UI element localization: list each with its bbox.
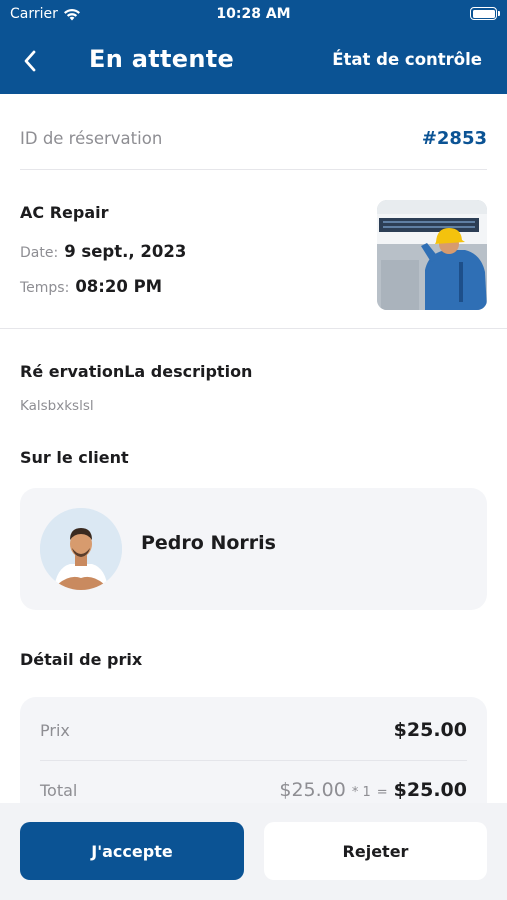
- control-status-link[interactable]: État de contrôle: [332, 50, 482, 69]
- total-row: Total $25.00 * 1 = $25.00: [40, 779, 467, 801]
- back-button[interactable]: [20, 48, 42, 74]
- accept-button[interactable]: J'accepte: [20, 822, 244, 880]
- time-label: Temps:: [20, 280, 70, 296]
- total-unit-price: $25.00: [279, 779, 346, 801]
- description-title: Ré ervationLa description: [20, 362, 253, 381]
- booking-id-label: ID de réservation: [20, 128, 163, 148]
- service-image: [377, 200, 487, 310]
- divider: [20, 169, 487, 170]
- service-time: Temps: 08:20 PM: [20, 277, 162, 296]
- status-time: 10:28 AM: [216, 6, 291, 22]
- chevron-left-icon: [24, 50, 36, 72]
- page-title: En attente: [89, 45, 235, 73]
- price-value: $25.00: [393, 719, 467, 741]
- total-equals: =: [376, 785, 388, 800]
- action-bar: J'accepte Rejeter: [0, 803, 507, 900]
- description-text: Kalsbxkslsl: [20, 398, 94, 414]
- client-section-title: Sur le client: [20, 448, 129, 467]
- service-date: Date: 9 sept., 2023: [20, 242, 186, 261]
- avatar: [40, 508, 122, 590]
- total-quantity: * 1: [351, 785, 371, 800]
- reject-button[interactable]: Rejeter: [264, 822, 487, 880]
- price-section-title: Détail de prix: [20, 650, 143, 669]
- battery-icon: [470, 7, 500, 20]
- price-row: Prix $25.00: [40, 719, 467, 741]
- booking-id-value: #2853: [421, 127, 487, 149]
- date-value: 9 sept., 2023: [64, 242, 187, 261]
- client-name: Pedro Norris: [141, 532, 276, 554]
- total-label: Total: [40, 780, 78, 800]
- divider: [0, 328, 507, 329]
- header-bar: Carrier 10:28 AM En attente État de cont…: [0, 0, 507, 94]
- date-label: Date:: [20, 245, 59, 261]
- price-label: Prix: [40, 720, 70, 740]
- booking-id-row: ID de réservation #2853: [20, 118, 487, 158]
- status-bar: Carrier 10:28 AM: [0, 0, 507, 30]
- divider: [40, 760, 467, 761]
- time-value: 08:20 PM: [75, 277, 163, 296]
- service-name: AC Repair: [20, 203, 109, 222]
- client-card[interactable]: Pedro Norris: [20, 488, 487, 610]
- total-calculation: $25.00 * 1 = $25.00: [279, 779, 467, 801]
- total-value: $25.00: [393, 779, 467, 801]
